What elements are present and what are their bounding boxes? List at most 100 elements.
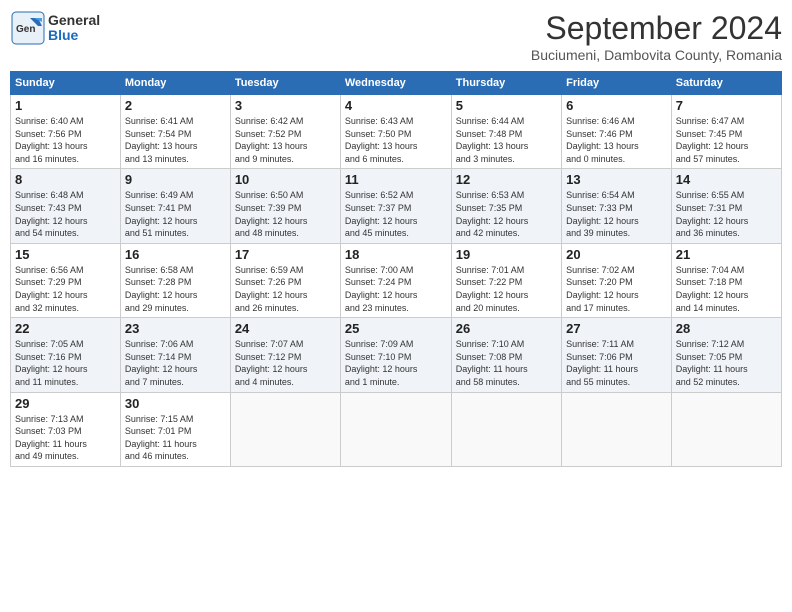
day-cell: 29Sunrise: 7:13 AM Sunset: 7:03 PM Dayli…: [11, 392, 121, 466]
day-number: 25: [345, 321, 447, 336]
calendar-table: SundayMondayTuesdayWednesdayThursdayFrid…: [10, 71, 782, 467]
header-row: SundayMondayTuesdayWednesdayThursdayFrid…: [11, 72, 782, 95]
day-info: Sunrise: 7:11 AM Sunset: 7:06 PM Dayligh…: [566, 338, 667, 388]
day-info: Sunrise: 7:05 AM Sunset: 7:16 PM Dayligh…: [15, 338, 116, 388]
day-number: 1: [15, 98, 116, 113]
day-info: Sunrise: 6:47 AM Sunset: 7:45 PM Dayligh…: [676, 115, 777, 165]
calendar-header: SundayMondayTuesdayWednesdayThursdayFrid…: [11, 72, 782, 95]
day-cell: [340, 392, 451, 466]
day-number: 23: [125, 321, 226, 336]
day-number: 15: [15, 247, 116, 262]
day-cell: 30 Sunrise: 7:15 AM Sunset: 7:01 PM Dayli…: [120, 392, 230, 466]
day-number: 21: [676, 247, 777, 262]
logo: Gen General Blue: [10, 10, 100, 46]
day-number: 4: [345, 98, 447, 113]
day-info: Sunrise: 7:09 AM Sunset: 7:10 PM Dayligh…: [345, 338, 447, 388]
day-cell: 21 Sunrise: 7:04 AM Sunset: 7:18 PM Dayli…: [671, 243, 781, 317]
day-cell: 28Sunrise: 7:12 AM Sunset: 7:05 PM Dayli…: [671, 318, 781, 392]
week-row-3: 15Sunrise: 6:56 AM Sunset: 7:29 PM Dayli…: [11, 243, 782, 317]
day-info: Sunrise: 6:58 AM Sunset: 7:28 PM Dayligh…: [125, 264, 226, 314]
day-cell: 22 Sunrise: 7:05 AM Sunset: 7:16 PM Dayli…: [11, 318, 121, 392]
day-cell: 16 Sunrise: 6:58 AM Sunset: 7:28 PM Dayli…: [120, 243, 230, 317]
day-number: 7: [676, 98, 777, 113]
day-cell: 23Sunrise: 7:06 AM Sunset: 7:14 PM Dayli…: [120, 318, 230, 392]
day-info: Sunrise: 7:15 AM Sunset: 7:01 PM Dayligh…: [125, 413, 226, 463]
day-cell: [230, 392, 340, 466]
day-cell: 8 Sunrise: 6:48 AM Sunset: 7:43 PM Daylig…: [11, 169, 121, 243]
day-number: 2: [125, 98, 226, 113]
day-number: 12: [456, 172, 557, 187]
day-number: 6: [566, 98, 667, 113]
week-row-4: 22 Sunrise: 7:05 AM Sunset: 7:16 PM Dayli…: [11, 318, 782, 392]
day-number: 9: [125, 172, 226, 187]
col-header-saturday: Saturday: [671, 72, 781, 95]
day-cell: 19 Sunrise: 7:01 AM Sunset: 7:22 PM Dayli…: [451, 243, 561, 317]
day-number: 24: [235, 321, 336, 336]
day-cell: 2 Sunrise: 6:41 AM Sunset: 7:54 PM Daylig…: [120, 95, 230, 169]
day-cell: 13Sunrise: 6:54 AM Sunset: 7:33 PM Dayli…: [562, 169, 672, 243]
month-title: September 2024: [531, 10, 782, 47]
day-cell: 20Sunrise: 7:02 AM Sunset: 7:20 PM Dayli…: [562, 243, 672, 317]
col-header-monday: Monday: [120, 72, 230, 95]
day-cell: [451, 392, 561, 466]
col-header-thursday: Thursday: [451, 72, 561, 95]
day-info: Sunrise: 6:41 AM Sunset: 7:54 PM Dayligh…: [125, 115, 226, 165]
day-number: 22: [15, 321, 116, 336]
day-number: 18: [345, 247, 447, 262]
day-info: Sunrise: 6:50 AM Sunset: 7:39 PM Dayligh…: [235, 189, 336, 239]
svg-text:Gen: Gen: [16, 24, 35, 35]
title-block: September 2024 Buciumeni, Dambovita Coun…: [531, 10, 782, 63]
day-number: 10: [235, 172, 336, 187]
day-cell: 11Sunrise: 6:52 AM Sunset: 7:37 PM Dayli…: [340, 169, 451, 243]
day-cell: 6 Sunrise: 6:46 AM Sunset: 7:46 PM Daylig…: [562, 95, 672, 169]
col-header-sunday: Sunday: [11, 72, 121, 95]
day-cell: 26 Sunrise: 7:10 AM Sunset: 7:08 PM Dayli…: [451, 318, 561, 392]
day-cell: 12 Sunrise: 6:53 AM Sunset: 7:35 PM Dayli…: [451, 169, 561, 243]
day-number: 30: [125, 396, 226, 411]
day-info: Sunrise: 6:55 AM Sunset: 7:31 PM Dayligh…: [676, 189, 777, 239]
day-number: 8: [15, 172, 116, 187]
location: Buciumeni, Dambovita County, Romania: [531, 47, 782, 63]
page-header: Gen General Blue September 2024 Buciumen…: [10, 10, 782, 63]
day-cell: 27 Sunrise: 7:11 AM Sunset: 7:06 PM Dayli…: [562, 318, 672, 392]
day-info: Sunrise: 6:53 AM Sunset: 7:35 PM Dayligh…: [456, 189, 557, 239]
day-info: Sunrise: 6:42 AM Sunset: 7:52 PM Dayligh…: [235, 115, 336, 165]
logo-icon: Gen: [10, 10, 46, 46]
day-cell: 17Sunrise: 6:59 AM Sunset: 7:26 PM Dayli…: [230, 243, 340, 317]
col-header-wednesday: Wednesday: [340, 72, 451, 95]
day-cell: 7 Sunrise: 6:47 AM Sunset: 7:45 PM Daylig…: [671, 95, 781, 169]
day-cell: [562, 392, 672, 466]
day-number: 29: [15, 396, 116, 411]
week-row-2: 8 Sunrise: 6:48 AM Sunset: 7:43 PM Daylig…: [11, 169, 782, 243]
day-number: 27: [566, 321, 667, 336]
day-number: 26: [456, 321, 557, 336]
col-header-friday: Friday: [562, 72, 672, 95]
day-cell: [671, 392, 781, 466]
day-number: 13: [566, 172, 667, 187]
day-cell: 24 Sunrise: 7:07 AM Sunset: 7:12 PM Dayli…: [230, 318, 340, 392]
day-info: Sunrise: 6:46 AM Sunset: 7:46 PM Dayligh…: [566, 115, 667, 165]
day-info: Sunrise: 7:04 AM Sunset: 7:18 PM Dayligh…: [676, 264, 777, 314]
day-info: Sunrise: 6:52 AM Sunset: 7:37 PM Dayligh…: [345, 189, 447, 239]
day-number: 20: [566, 247, 667, 262]
day-info: Sunrise: 7:12 AM Sunset: 7:05 PM Dayligh…: [676, 338, 777, 388]
day-info: Sunrise: 6:48 AM Sunset: 7:43 PM Dayligh…: [15, 189, 116, 239]
calendar-body: 1 Sunrise: 6:40 AM Sunset: 7:56 PM Daylig…: [11, 95, 782, 467]
day-cell: 10 Sunrise: 6:50 AM Sunset: 7:39 PM Dayli…: [230, 169, 340, 243]
day-info: Sunrise: 7:07 AM Sunset: 7:12 PM Dayligh…: [235, 338, 336, 388]
day-info: Sunrise: 7:10 AM Sunset: 7:08 PM Dayligh…: [456, 338, 557, 388]
logo-text: General Blue: [48, 13, 100, 44]
day-cell: 3 Sunrise: 6:42 AM Sunset: 7:52 PM Daylig…: [230, 95, 340, 169]
col-header-tuesday: Tuesday: [230, 72, 340, 95]
day-info: Sunrise: 7:00 AM Sunset: 7:24 PM Dayligh…: [345, 264, 447, 314]
day-number: 3: [235, 98, 336, 113]
day-number: 14: [676, 172, 777, 187]
day-info: Sunrise: 6:49 AM Sunset: 7:41 PM Dayligh…: [125, 189, 226, 239]
day-cell: 25 Sunrise: 7:09 AM Sunset: 7:10 PM Dayli…: [340, 318, 451, 392]
day-cell: 18 Sunrise: 7:00 AM Sunset: 7:24 PM Dayli…: [340, 243, 451, 317]
day-number: 16: [125, 247, 226, 262]
day-info: Sunrise: 7:01 AM Sunset: 7:22 PM Dayligh…: [456, 264, 557, 314]
day-cell: 15Sunrise: 6:56 AM Sunset: 7:29 PM Dayli…: [11, 243, 121, 317]
day-info: Sunrise: 6:40 AM Sunset: 7:56 PM Dayligh…: [15, 115, 116, 165]
day-number: 19: [456, 247, 557, 262]
